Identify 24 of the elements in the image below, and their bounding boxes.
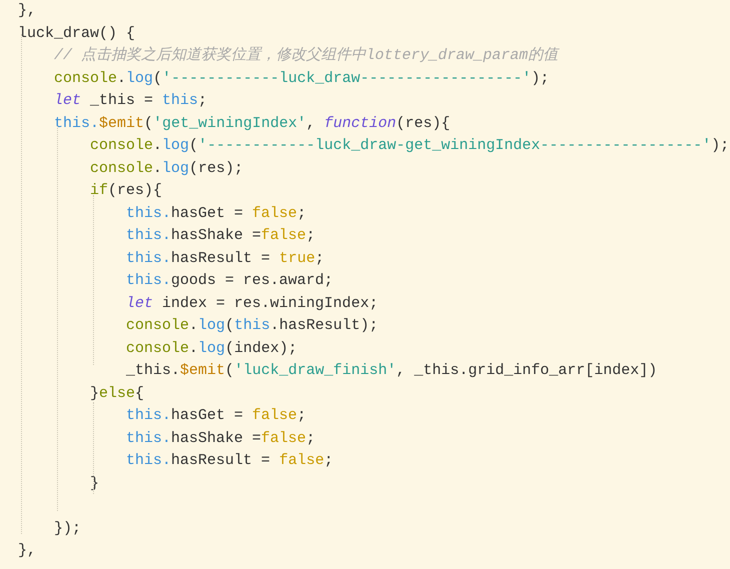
- code-line: console.log(this.hasResult);: [125, 317, 378, 334]
- code-line: if(res){: [89, 182, 162, 199]
- code-line: }else{: [89, 384, 144, 402]
- code-line: },: [17, 2, 36, 19]
- code-line: this.hasResult = false;: [125, 452, 334, 469]
- code-line: },: [17, 542, 36, 559]
- code-line: let index = res.winingIndex;: [125, 294, 378, 312]
- code-line: luck_draw() {: [17, 24, 136, 42]
- code-line: _this.$emit('luck_draw_finish', _this.grid_info_arr[index]): [125, 362, 658, 379]
- code-line: }: [89, 474, 100, 492]
- code-line: console.log('------------luck_draw-get_winingIndex------------------');: [89, 137, 730, 154]
- code-line: console.log(res);: [89, 160, 244, 176]
- code-line: let _this = this;: [53, 92, 208, 109]
- code-line: console.log('------------luck_draw------------------');: [53, 70, 550, 86]
- code-line: this.goods = res.award;: [125, 272, 334, 289]
- code-line: this.hasGet = false;: [125, 204, 306, 222]
- code-line: this.hasShake =false;: [125, 227, 316, 244]
- code-line: });: [53, 520, 82, 536]
- code-line: this.hasGet = false;: [125, 407, 306, 424]
- code-line: this.hasResult = true;: [125, 250, 324, 266]
- code-line: this.$emit('get_winingIndex', function(res){: [53, 114, 450, 132]
- code-line: // 点击抽奖之后知道获奖位置，修改父组件中lottery_draw_param的值: [53, 47, 558, 64]
- code-line: this.hasShake =false;: [125, 430, 316, 446]
- code-line: console.log(index);: [125, 340, 298, 356]
